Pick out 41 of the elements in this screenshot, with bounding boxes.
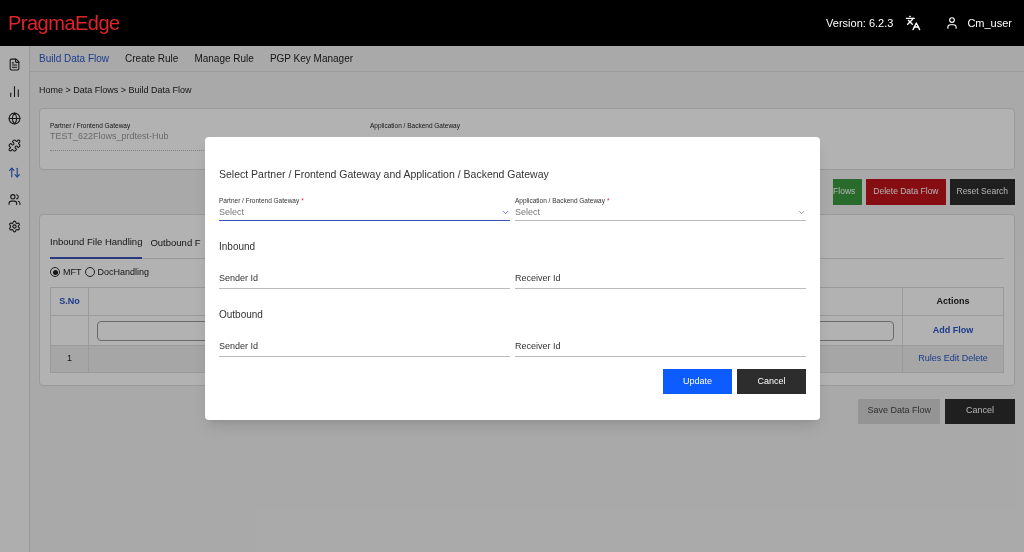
version-text: Version: 6.2.3 <box>826 15 894 31</box>
translate-icon[interactable] <box>905 15 922 31</box>
logo: PragmaEdge <box>8 11 120 36</box>
dialog-button[interactable]: Update <box>663 368 732 394</box>
input-field[interactable]: Receiver Id <box>515 339 806 357</box>
arrows-icon[interactable] <box>8 166 21 179</box>
users-icon[interactable] <box>8 193 21 206</box>
section-title: Outbound <box>219 307 264 322</box>
field-value: TEST_622Flows_prdtest-Hub <box>50 130 170 144</box>
user-icon[interactable] <box>945 16 960 30</box>
row-actions[interactable]: Rules Edit Delete <box>903 346 1003 372</box>
footer-button[interactable]: Cancel <box>945 398 1015 424</box>
add-flow-link[interactable]: Add Flow <box>903 316 1003 345</box>
column-header: S.No <box>51 288 89 315</box>
breadcrumb: Home > Data Flows > Build Data Flow <box>39 85 192 95</box>
action-button[interactable]: Reset Search <box>949 178 1015 205</box>
input-field[interactable]: Receiver Id <box>515 271 806 289</box>
globe-icon[interactable] <box>8 112 21 125</box>
column-header: Actions <box>935 294 971 308</box>
radio-label: MFT <box>63 265 82 279</box>
document-icon[interactable] <box>8 58 21 71</box>
nav-tab[interactable]: Manage Rule <box>194 51 254 66</box>
select-placeholder: Select <box>515 205 540 219</box>
section-title: Inbound <box>219 239 257 254</box>
flow-tab[interactable]: Inbound File Handling <box>50 232 143 259</box>
table-cell: 1 <box>51 346 89 372</box>
nav-tab[interactable]: Build Data Flow <box>39 51 110 66</box>
puzzle-icon[interactable] <box>8 139 21 152</box>
flow-tab[interactable]: Outbound F <box>150 232 201 259</box>
radio-label: DocHandling <box>97 265 150 279</box>
nav-tab[interactable]: PGP Key Manager <box>269 51 354 66</box>
settings-icon[interactable] <box>8 220 21 233</box>
username[interactable]: Cm_user <box>967 14 1012 32</box>
input-field[interactable]: Sender Id <box>219 339 510 357</box>
input-field[interactable]: Sender Id <box>219 271 510 289</box>
action-button[interactable]: Delete Data Flow <box>866 178 946 205</box>
dialog-button[interactable]: Cancel <box>737 368 806 394</box>
nav-tab[interactable]: Create Rule <box>125 51 179 66</box>
bar-chart-icon[interactable] <box>8 85 21 98</box>
dialog-title: Select Partner / Frontend Gateway and Application / Backend Gateway <box>219 167 550 182</box>
select-placeholder: Select <box>219 205 244 219</box>
